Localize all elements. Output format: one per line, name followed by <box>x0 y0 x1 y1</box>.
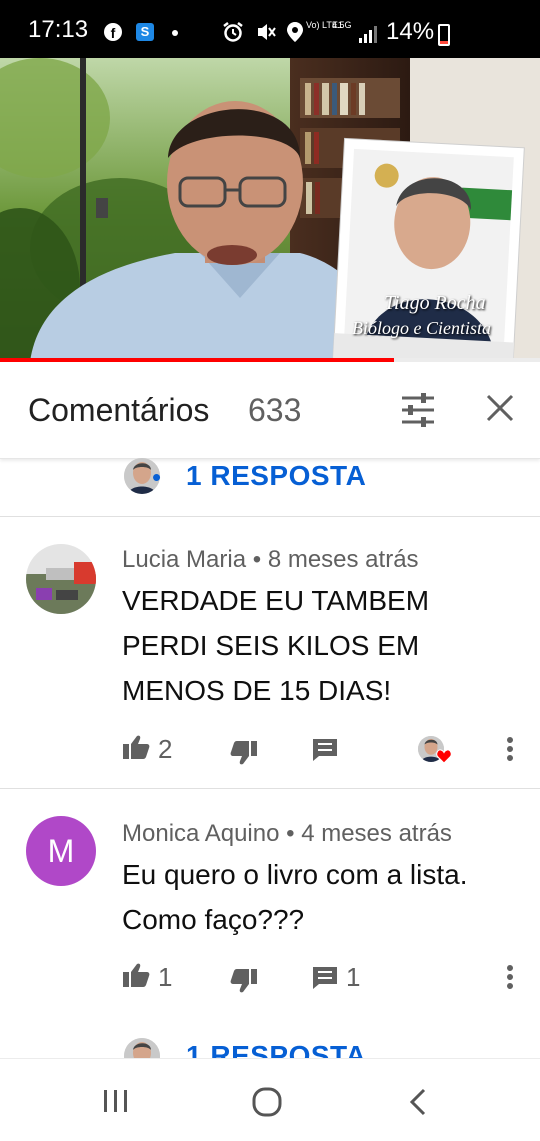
back-icon[interactable] <box>408 1087 428 1117</box>
close-icon[interactable] <box>484 392 516 424</box>
creator-heart-badge <box>418 736 452 766</box>
reply-icon[interactable] <box>312 966 338 990</box>
avatar[interactable] <box>26 544 96 614</box>
comment-time: 4 meses atrás <box>301 820 452 847</box>
meta-separator: • <box>252 546 268 573</box>
home-icon[interactable] <box>252 1087 282 1117</box>
signal-icon <box>359 26 377 43</box>
comment-meta: Lucia Maria • 8 meses atrás <box>122 546 419 574</box>
s-app-icon: S <box>136 23 154 41</box>
battery-icon <box>438 24 450 46</box>
comment-author[interactable]: Lucia Maria <box>122 546 246 573</box>
comment-meta: Monica Aquino • 4 meses atrás <box>122 820 452 848</box>
heart-icon <box>436 749 452 764</box>
mute-icon <box>258 24 276 40</box>
network-type: 4.5G <box>332 20 352 30</box>
battery-percent: 14% <box>386 18 435 45</box>
dislike-icon[interactable] <box>230 968 258 994</box>
comment-text: Eu quero o livro com a lista. Como faço?… <box>122 859 468 935</box>
status-time: 17:13 <box>28 16 89 43</box>
comments-title: Comentários <box>28 392 210 428</box>
like-count: 1 <box>158 962 173 992</box>
like-count: 2 <box>158 734 173 764</box>
comments-header: Comentários 633 <box>0 362 540 459</box>
comment-author[interactable]: Monica Aquino <box>122 820 279 847</box>
comment-text: VERDADE EU TAMBEM PERDI SEIS KILOS EM ME… <box>122 585 430 706</box>
avatar-letter: M <box>47 833 75 869</box>
meta-separator: • <box>286 820 302 847</box>
reply-icon[interactable] <box>312 738 338 762</box>
dislike-icon[interactable] <box>230 740 258 766</box>
divider <box>0 516 540 517</box>
like-icon[interactable] <box>122 734 150 760</box>
creator-avatar <box>124 1038 160 1058</box>
like-icon[interactable] <box>122 962 150 988</box>
view-replies-row[interactable]: 1 RESPOSTA <box>0 1036 540 1058</box>
recent-apps-icon[interactable] <box>102 1089 130 1113</box>
view-replies-link[interactable]: 1 RESPOSTA <box>186 1040 366 1058</box>
more-options-icon[interactable] <box>506 736 514 762</box>
location-icon <box>287 22 303 42</box>
status-icons <box>222 20 304 44</box>
notification-dot-icon <box>172 30 178 36</box>
more-options-icon[interactable] <box>506 964 514 990</box>
video-frame <box>0 58 540 362</box>
filter-icon[interactable] <box>398 392 438 428</box>
system-nav-bar <box>0 1058 540 1141</box>
book-subtitle-text: Biólogo e Cientista <box>352 318 491 338</box>
facebook-icon: f <box>104 23 122 41</box>
comments-count: 633 <box>248 392 302 428</box>
alarm-icon <box>223 22 243 42</box>
avatar[interactable]: M <box>26 816 96 886</box>
view-replies-link[interactable]: 1 RESPOSTA <box>186 460 366 492</box>
book-author-text: Tiago Rocha <box>384 292 486 314</box>
reply-count: 1 <box>346 962 361 992</box>
view-replies-row[interactable]: • 1 RESPOSTA <box>0 458 540 516</box>
reply-link-dot: • <box>152 462 162 492</box>
video-player[interactable]: Tiago Rocha Biólogo e Cientista <box>0 58 540 362</box>
divider <box>0 788 540 789</box>
status-bar: 17:13 f S Vo) LTE1 4.5G 14% <box>0 0 540 58</box>
comment-time: 8 meses atrás <box>267 546 419 573</box>
